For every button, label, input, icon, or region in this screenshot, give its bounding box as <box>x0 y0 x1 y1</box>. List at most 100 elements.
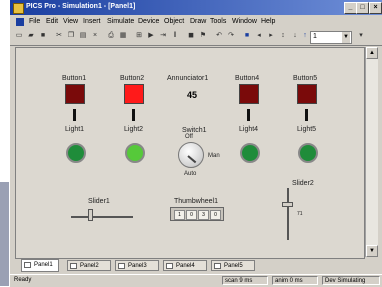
delete-icon[interactable]: × <box>90 31 100 41</box>
tab-label: Panel3 <box>128 263 147 269</box>
new-icon[interactable]: ▭ <box>14 31 24 41</box>
zoom-value: 1 <box>313 33 317 40</box>
menu-simulate[interactable]: Simulate <box>107 18 134 25</box>
grid-icon[interactable]: ▦ <box>118 31 128 41</box>
thumbwheel[interactable]: 1 0 3 0 <box>170 207 224 221</box>
button4[interactable] <box>239 84 259 104</box>
vertical-scrollbar[interactable]: ▲ ▼ <box>365 47 378 257</box>
thumbwheel-digit[interactable]: 0 <box>186 210 197 220</box>
menu-help[interactable]: Help <box>261 18 275 25</box>
pause-icon[interactable]: ‖ <box>170 31 180 41</box>
tab-panel3[interactable]: Panel3 <box>115 260 159 271</box>
panel-tabs: Panel1 Panel2 Panel3 Panel4 Panel5 <box>15 259 377 273</box>
tab-panel5[interactable]: Panel5 <box>211 260 255 271</box>
blue-square-icon[interactable]: ■ <box>242 31 252 41</box>
step-icon[interactable]: ⇥ <box>158 31 168 41</box>
switch-label: Switch1 <box>182 127 207 134</box>
menu-file[interactable]: File <box>29 18 40 25</box>
button2-label: Button2 <box>120 75 145 82</box>
menu-view[interactable]: View <box>63 18 78 25</box>
tab-panel2[interactable]: Panel2 <box>67 260 111 271</box>
slider2-label: Slider2 <box>292 180 314 187</box>
light4-indicator <box>240 143 260 163</box>
switch-man-label: Man <box>208 153 220 159</box>
print-icon[interactable]: ⎙ <box>106 31 116 41</box>
align-icon[interactable]: ⊞ <box>134 31 144 41</box>
button2[interactable] <box>124 84 144 104</box>
zoom-combo[interactable]: 1 ▼ <box>310 31 352 44</box>
menu-object[interactable]: Object <box>164 18 184 25</box>
up-icon[interactable]: ↑ <box>300 31 310 41</box>
panel-icon <box>70 263 77 269</box>
menu-tools[interactable]: Tools <box>210 18 226 25</box>
panel-icon <box>118 263 125 269</box>
scroll-up-button[interactable]: ▲ <box>366 47 378 59</box>
thumbwheel-digit[interactable]: 3 <box>198 210 209 220</box>
slider2-track[interactable] <box>287 188 289 240</box>
light2-indicator <box>125 143 145 163</box>
menu-device[interactable]: Device <box>138 18 159 25</box>
copy-icon[interactable]: ❐ <box>66 31 76 41</box>
dropdown-extra-icon[interactable]: ▾ <box>356 31 366 41</box>
button5[interactable] <box>297 84 317 104</box>
menu-window[interactable]: Window <box>232 18 257 25</box>
zoom-out-icon[interactable]: ▸ <box>266 31 276 41</box>
light5-indicator <box>298 143 318 163</box>
thumbwheel-digit[interactable]: 1 <box>174 210 185 220</box>
arrow-up-icon[interactable]: ↕ <box>278 31 288 41</box>
slider1-track[interactable] <box>71 216 133 218</box>
light1-indicator <box>66 143 86 163</box>
paste-icon[interactable]: ▤ <box>78 31 88 41</box>
light4-label: Light4 <box>239 126 259 133</box>
button4-label: Button4 <box>235 75 260 82</box>
run-icon[interactable]: ⚑ <box>198 31 208 41</box>
tab-panel4[interactable]: Panel4 <box>163 260 207 271</box>
wire-bar <box>247 109 250 121</box>
zoom-fit-icon[interactable]: ◂ <box>254 31 264 41</box>
tab-label: Panel4 <box>176 263 195 269</box>
app-icon <box>13 3 24 14</box>
switch-off-label: Off <box>185 134 193 140</box>
switch-knob[interactable] <box>178 142 204 168</box>
play-icon[interactable]: ▶ <box>146 31 156 41</box>
document-icon[interactable] <box>16 18 24 26</box>
save-icon[interactable]: ■ <box>38 31 48 41</box>
title-bar[interactable]: PICS Pro - Simulation1 - [Panel1] _ □ × <box>10 0 382 15</box>
annunciator-value: 45 <box>187 90 198 100</box>
button1-label: Button1 <box>62 75 87 82</box>
down-icon[interactable]: ↓ <box>290 31 300 41</box>
annunciator-label: Annunciator1 <box>167 75 209 82</box>
slider1-label: Slider1 <box>88 198 110 205</box>
app-window: PICS Pro - Simulation1 - [Panel1] _ □ × … <box>9 0 382 287</box>
back-icon[interactable]: ↶ <box>214 31 224 41</box>
menu-insert[interactable]: Insert <box>83 18 101 25</box>
status-bar: Ready scan 9 ms anim 0 ms Dev Simulating <box>10 274 382 287</box>
wire-bar <box>305 109 308 121</box>
maximize-button[interactable]: □ <box>356 2 369 14</box>
scroll-down-button[interactable]: ▼ <box>366 245 378 257</box>
stop-icon[interactable]: ◼ <box>186 31 196 41</box>
wire-bar <box>132 109 135 121</box>
switch-auto-label: Auto <box>184 171 197 177</box>
chevron-down-icon[interactable]: ▼ <box>342 32 350 43</box>
toolbar: ▭ ▰ ■ ✂ ❐ ▤ × ⎙ ▦ ⊞ ▶ ⇥ ‖ ◼ ⚑ ↶ ↷ ■ ◂ ▸ … <box>10 29 382 46</box>
menu-edit[interactable]: Edit <box>46 18 58 25</box>
close-button[interactable]: × <box>369 2 382 14</box>
menu-draw[interactable]: Draw <box>190 18 206 25</box>
slider2-value: 71 <box>297 211 303 217</box>
tab-label: Panel5 <box>224 263 243 269</box>
button5-label: Button5 <box>293 75 318 82</box>
slider2-thumb[interactable] <box>282 201 293 207</box>
switch-pointer <box>187 155 197 164</box>
light1-label: Light1 <box>65 126 85 133</box>
slider1-thumb[interactable] <box>87 209 93 221</box>
forward-icon[interactable]: ↷ <box>226 31 236 41</box>
tab-label: Panel1 <box>34 262 53 268</box>
cut-icon[interactable]: ✂ <box>54 31 64 41</box>
thumbwheel-digit[interactable]: 0 <box>210 210 221 220</box>
tab-panel1[interactable]: Panel1 <box>21 259 59 272</box>
wire-bar <box>73 109 76 121</box>
button1[interactable] <box>65 84 85 104</box>
light5-label: Light5 <box>297 126 317 133</box>
open-icon[interactable]: ▰ <box>26 31 36 41</box>
